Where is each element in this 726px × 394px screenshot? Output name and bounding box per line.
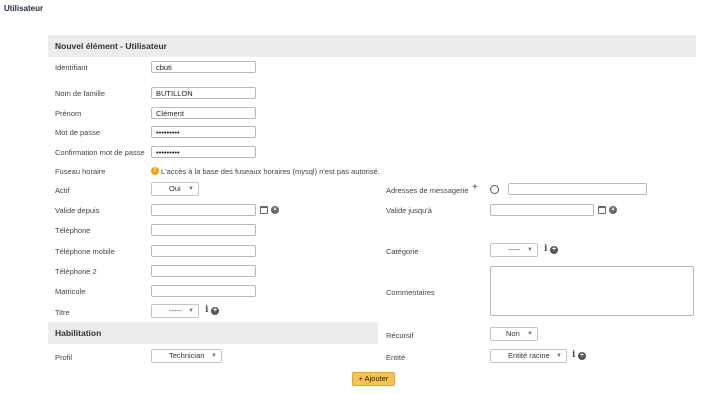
calendar-icon[interactable] <box>598 206 606 214</box>
plus-icon[interactable]: + <box>472 182 478 193</box>
telephone2-input[interactable] <box>151 265 256 277</box>
telephone-mobile-input[interactable] <box>151 245 256 257</box>
info-icon[interactable]: i <box>544 244 547 254</box>
identifiant-input[interactable] <box>151 61 256 73</box>
profil-label: Profil <box>55 353 73 362</box>
valide-depuis-label: Valide depuis <box>55 206 100 215</box>
matricule-label: Matricule <box>55 287 86 296</box>
password-confirm-input[interactable] <box>151 146 256 158</box>
profil-select[interactable]: Technician ▼ <box>151 349 222 363</box>
categorie-select[interactable]: ----- ▼ <box>490 243 538 257</box>
info-icon[interactable]: i <box>572 350 575 360</box>
password-label: Mot de passe <box>55 128 101 137</box>
info-icon[interactable]: i <box>205 305 208 315</box>
actif-value: Oui <box>169 184 181 193</box>
chevron-down-icon: ▼ <box>556 353 562 359</box>
titre-label: Titre <box>55 308 70 317</box>
prenom-input[interactable] <box>151 107 256 119</box>
page-title: Utilisateur <box>4 4 44 13</box>
categorie-label: Catégorie <box>386 247 419 256</box>
entite-value: Entité racine <box>508 351 550 360</box>
telephone-input[interactable] <box>151 224 256 236</box>
telephone-mobile-label: Téléphone mobile <box>55 247 115 256</box>
calendar-icon[interactable] <box>260 206 268 214</box>
messagerie-input[interactable] <box>508 183 647 195</box>
telephone2-label: Téléphone 2 <box>55 267 97 276</box>
recursif-label: Récursif <box>386 331 414 340</box>
entite-label: Entité <box>386 353 406 362</box>
valide-jusqua-label: Valide jusqu'à <box>386 206 432 215</box>
chevron-down-icon: ▼ <box>211 353 217 359</box>
add-circle-icon[interactable]: + <box>578 352 586 360</box>
commentaires-label: Commentaires <box>386 288 435 297</box>
chevron-down-icon: ▼ <box>188 186 194 192</box>
valide-depuis-input[interactable] <box>151 204 256 216</box>
titre-value: ----- <box>169 306 182 315</box>
actif-select[interactable]: Oui ▼ <box>151 182 199 196</box>
warning-icon: ! <box>151 167 159 175</box>
fuseau-label: Fuseau horaire <box>55 167 106 176</box>
password-confirm-label: Confirmation mot de passe <box>55 148 145 157</box>
valide-jusqua-input[interactable] <box>490 204 594 216</box>
chevron-down-icon: ▼ <box>527 331 533 337</box>
prenom-label: Prénom <box>55 109 82 118</box>
clear-icon[interactable]: × <box>271 206 279 214</box>
fuseau-warning: L'accès à la base des fuseaux horaires (… <box>161 167 380 176</box>
recursif-select[interactable]: Non ▼ <box>490 327 538 341</box>
add-circle-icon[interactable]: + <box>550 246 558 254</box>
nom-label: Nom de famille <box>55 89 106 98</box>
chevron-down-icon: ▼ <box>188 308 194 314</box>
clear-icon[interactable]: × <box>609 206 617 214</box>
recursif-value: Non <box>506 329 520 338</box>
add-circle-icon[interactable]: + <box>211 307 219 315</box>
habilitation-title: Habilitation <box>55 328 102 338</box>
messagerie-label: Adresses de messagerie <box>386 186 469 195</box>
password-input[interactable] <box>151 126 256 138</box>
form-title: Nouvel élément - Utilisateur <box>55 41 167 51</box>
identifiant-label: Identifiant <box>55 63 88 72</box>
titre-select[interactable]: ----- ▼ <box>151 304 199 318</box>
telephone-label: Téléphone <box>55 226 91 235</box>
add-button[interactable]: + Ajouter <box>352 372 395 386</box>
default-email-radio[interactable] <box>490 185 499 194</box>
chevron-down-icon: ▼ <box>527 247 533 253</box>
actif-label: Actif <box>55 186 70 195</box>
nom-input[interactable] <box>151 87 256 99</box>
commentaires-textarea[interactable] <box>490 266 694 316</box>
matricule-input[interactable] <box>151 285 256 297</box>
entite-select[interactable]: Entité racine ▼ <box>490 349 567 363</box>
profil-value: Technician <box>169 351 205 360</box>
categorie-value: ----- <box>508 245 521 254</box>
